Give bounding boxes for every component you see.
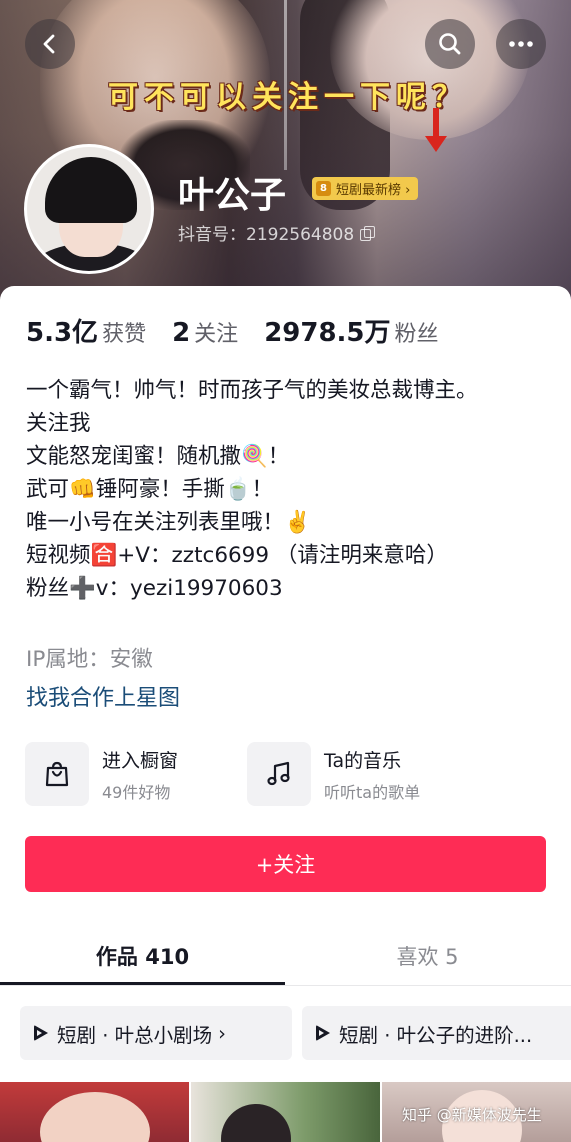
music-subtitle: 听听ta的歌单 <box>324 782 421 802</box>
music-note-icon <box>267 761 290 786</box>
watermark: 知乎 @新媒体波先生 <box>402 1106 542 1124</box>
likes-count: 5.3亿 <box>26 318 99 348</box>
search-icon <box>439 33 461 55</box>
video-thumbnail[interactable] <box>191 1082 380 1142</box>
following-count[interactable]: 2 <box>172 318 190 348</box>
shop-title: 进入橱窗 <box>102 749 179 772</box>
shop-icon-tile <box>25 742 89 806</box>
douyin-id-row[interactable]: 抖音号：2192564808 <box>178 220 376 245</box>
more-button[interactable] <box>496 19 546 69</box>
tabs-divider <box>0 985 571 986</box>
bio-line: 粉丝➕v：yezi19970603 <box>26 576 283 601</box>
red-arrow-icon <box>425 108 447 152</box>
back-button[interactable] <box>25 19 75 69</box>
bio-line: 短视频🈴+V：zztc6699 （请注明来意哈） <box>26 543 448 568</box>
avatar-hair <box>45 157 137 223</box>
follow-button[interactable]: +关注 <box>25 836 546 892</box>
content-tabs: 作品 410 喜欢 5 <box>0 932 571 988</box>
more-icon <box>509 41 533 47</box>
collection-chip-label: 短剧 · 叶总小剧场 <box>57 1023 213 1047</box>
play-icon <box>314 1024 332 1042</box>
star-map-link[interactable]: 找我合作上星图 <box>26 680 180 712</box>
bio-line: 武可👊锤阿豪！手撕🍵！ <box>26 477 274 502</box>
ip-location: IP属地：安徽 <box>26 647 153 672</box>
bio-line: 一个霸气！帅气！时而孩子气的美妆总裁博主。 <box>26 378 478 403</box>
bio-line: 关注我 <box>26 411 91 436</box>
nickname: 叶公子 <box>178 175 287 216</box>
music-title: Ta的音乐 <box>324 749 402 772</box>
bio-line: 文能怒宠闺蜜！随机撒🍭！ <box>26 444 290 469</box>
followers-count[interactable]: 2978.5万 <box>264 312 390 349</box>
copy-icon[interactable] <box>360 225 376 241</box>
avatar[interactable] <box>24 144 154 274</box>
collection-chip-1[interactable]: 短剧 · 叶总小剧场 › <box>20 1006 292 1060</box>
collection-chip-label: 短剧 · 叶公子的进阶... <box>339 1023 533 1047</box>
bio-line: 唯一小号在关注列表里哦！✌️ <box>26 510 311 535</box>
profile-card: 5.3亿 获赞 2 关注 2978.5万 粉丝 一个霸气！帅气！时而孩子气的美妆… <box>0 286 571 1142</box>
search-button[interactable] <box>425 19 475 69</box>
rank-badge-number: 8 <box>316 181 331 196</box>
music-entry[interactable]: Ta的音乐 听听ta的歌单 <box>247 742 420 806</box>
back-arrow-icon <box>43 34 55 54</box>
video-thumbnail[interactable] <box>0 1082 189 1142</box>
banner-caption: 可不可以关注一下呢？ <box>108 80 468 115</box>
rank-badge-label: 短剧最新榜 › <box>336 183 411 198</box>
shop-window-entry[interactable]: 进入橱窗 49件好物 <box>25 742 178 806</box>
douyin-id: 抖音号：2192564808 <box>178 225 355 245</box>
likes-label: 获赞 <box>102 322 147 347</box>
shop-subtitle: 49件好物 <box>102 782 171 802</box>
bio: 一个霸气！帅气！时而孩子气的美妆总裁博主。 关注我 文能怒宠闺蜜！随机撒🍭！ 武… <box>26 374 546 605</box>
tab-works[interactable]: 作品 410 <box>0 932 285 982</box>
stats-row: 5.3亿 获赞 2 关注 2978.5万 粉丝 <box>26 312 465 349</box>
tab-likes[interactable]: 喜欢 5 <box>285 932 570 982</box>
chevron-right-icon: › <box>218 1021 226 1045</box>
shopping-bag-icon <box>45 761 69 787</box>
collection-chip-2[interactable]: 短剧 · 叶公子的进阶... <box>302 1006 571 1060</box>
rank-badge[interactable]: 8 短剧最新榜 › <box>312 177 419 200</box>
following-label[interactable]: 关注 <box>194 316 238 348</box>
followers-label[interactable]: 粉丝 <box>395 316 439 348</box>
music-icon-tile <box>247 742 311 806</box>
play-icon <box>32 1024 50 1042</box>
